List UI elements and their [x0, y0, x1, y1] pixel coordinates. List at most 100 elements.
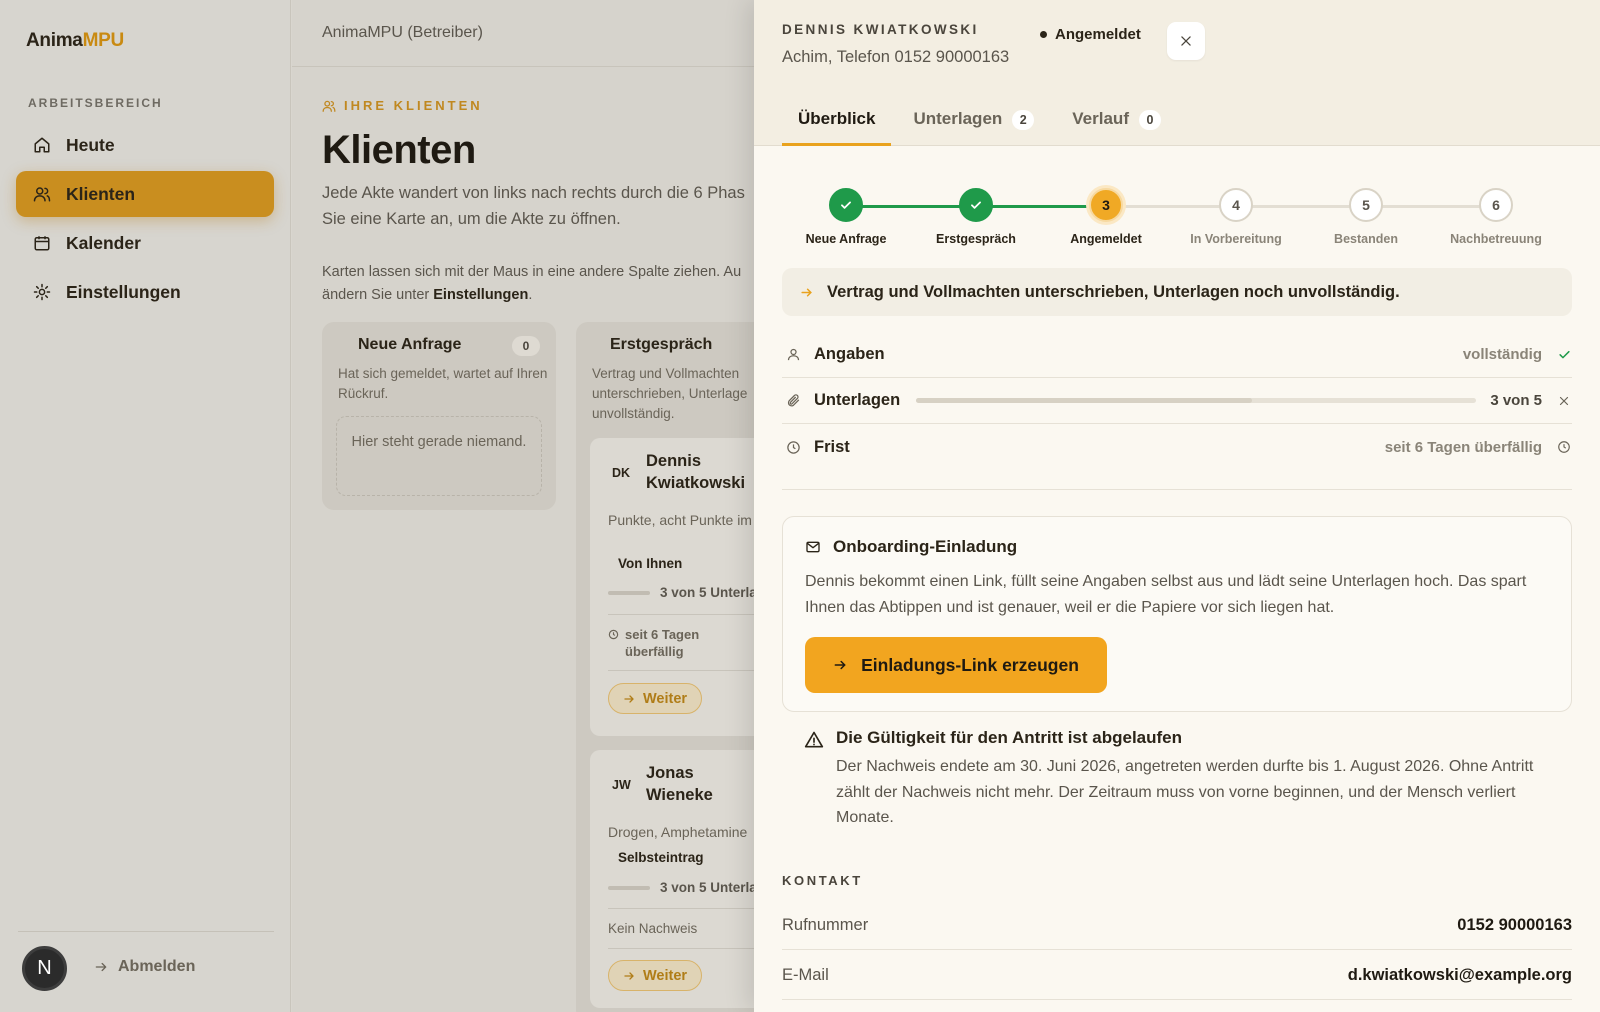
check-icon	[959, 188, 993, 222]
users-icon	[32, 184, 52, 204]
warning-icon	[804, 730, 824, 750]
client-name: Dennis Kwiatkowski	[646, 452, 746, 492]
angaben-status: vollständig	[1462, 346, 1542, 363]
drawer-client-subtitle: Achim, Telefon 0152 90000163	[782, 48, 1010, 66]
step-angemeldet[interactable]: 3 Angemeldet	[1041, 188, 1171, 246]
arrow-right-icon	[833, 658, 847, 672]
progress-fill	[916, 398, 1253, 403]
page-intro: Jede Akte wandert von links nach rechts …	[322, 184, 745, 228]
unterlagen-count: 3 von 5	[1490, 392, 1542, 409]
kanban-column-neue-anfrage: Neue Anfrage 0 Hat sich gemeldet, wartet…	[322, 322, 556, 510]
client-card[interactable]: DK Dennis Kwiatkowski Punkte, acht Punkt…	[590, 438, 754, 736]
step-bestanden[interactable]: 5 Bestanden	[1301, 188, 1431, 246]
contact-row-email: E-Mail d.kwiatkowski@example.org	[782, 951, 1572, 1000]
progress-bar	[608, 885, 650, 890]
column-description: Vertrag und Vollmachten unterschrieben, …	[592, 366, 748, 421]
row-angaben[interactable]: Angaben vollständig	[782, 332, 1572, 378]
client-progress: 3 von 5 Unterla	[608, 880, 754, 895]
column-count-badge: 0	[512, 336, 540, 356]
settings-link[interactable]: Einstellungen	[433, 287, 528, 303]
card-divider	[608, 948, 754, 949]
tab-count-badge: 0	[1138, 110, 1161, 130]
sidebar-item-label: Heute	[66, 134, 115, 155]
create-invite-link-button[interactable]: Einladungs-Link erzeugen	[805, 637, 1107, 693]
sidebar-item-klienten[interactable]: Klienten	[16, 171, 274, 217]
row-unterlagen[interactable]: Unterlagen 3 von 5	[782, 378, 1572, 424]
step-number: 4	[1219, 188, 1253, 222]
sidebar-section-label: ARBEITSBEREICH	[28, 96, 163, 110]
step-neue-anfrage[interactable]: Neue Anfrage	[781, 188, 911, 246]
sidebar-item-label: Klienten	[66, 183, 136, 204]
kanban-column-erstgespraech: Erstgespräch Vertrag und Vollmachten unt…	[576, 322, 754, 1012]
arrow-right-icon	[623, 693, 635, 705]
card-divider	[608, 908, 754, 909]
sidebar-divider	[18, 931, 274, 932]
drawer-tabs: Überblick Unterlagen 2 Verlauf 0	[782, 96, 1183, 146]
step-number: 5	[1349, 188, 1383, 222]
gear-icon	[32, 282, 52, 302]
main-content: AnimaMPU (Betreiber) IHRE KLIENTEN Klien…	[292, 0, 754, 1012]
topbar-title: AnimaMPU (Betreiber)	[322, 24, 483, 41]
tab-verlauf[interactable]: Verlauf 0	[1056, 96, 1177, 146]
weiter-button[interactable]: Weiter	[608, 960, 702, 991]
unterlagen-progress-bar	[916, 398, 1477, 403]
card-divider	[608, 614, 754, 615]
step-label: In Vorbereitung	[1190, 232, 1282, 246]
tab-ueberblick[interactable]: Überblick	[782, 96, 892, 146]
tab-unterlagen[interactable]: Unterlagen 2	[897, 96, 1050, 146]
contact-phone[interactable]: 0152 90000163	[1457, 916, 1572, 935]
step-in-vorbereitung[interactable]: 4 In Vorbereitung	[1171, 188, 1301, 246]
calendar-icon	[32, 233, 52, 253]
step-label: Neue Anfrage	[805, 232, 887, 246]
sidebar-item-einstellungen[interactable]: Einstellungen	[16, 269, 274, 315]
page-note: Karten lassen sich mit der Maus in eine …	[322, 264, 742, 303]
drawer-header: DENNIS KWIATKOWSKI Achim, Telefon 0152 9…	[754, 0, 1600, 146]
arrow-right-icon	[94, 960, 108, 974]
status-badge: Angemeldet	[1040, 26, 1141, 43]
column-title: Neue Anfrage	[358, 336, 462, 353]
app-logo[interactable]: AnimaMPU	[26, 30, 124, 52]
kontakt-section-label: KONTAKT	[782, 873, 863, 888]
check-icon	[829, 188, 863, 222]
step-number: 6	[1479, 188, 1513, 222]
warning-title: Die Gültigkeit für den Antritt ist abgel…	[836, 728, 1183, 747]
sidebar-item-label: Einstellungen	[66, 281, 181, 302]
avatar[interactable]: N	[22, 946, 67, 991]
client-card[interactable]: JW Jonas Wieneke Drogen, Amphetamine Sel…	[590, 750, 754, 1008]
client-tag: Von Ihnen	[618, 556, 683, 571]
client-detail-drawer: DENNIS KWIATKOWSKI Achim, Telefon 0152 9…	[754, 0, 1600, 1012]
invite-title: Onboarding-Einladung	[805, 537, 1017, 557]
step-label: Erstgespräch	[936, 232, 1016, 246]
row-frist[interactable]: Frist seit 6 Tagen überfällig	[782, 424, 1572, 470]
step-nachbetreuung[interactable]: 6 Nachbetreuung	[1431, 188, 1561, 246]
phase-stepper: Neue Anfrage Erstgespräch 3 Angemeldet 4…	[782, 188, 1566, 248]
clock-icon	[782, 440, 804, 455]
sidebar: AnimaMPU ARBEITSBEREICH Heute Klienten K…	[0, 0, 291, 1012]
sidebar-item-label: Kalender	[66, 232, 141, 253]
weiter-button[interactable]: Weiter	[608, 683, 702, 714]
frist-status: seit 6 Tagen überfällig	[1384, 438, 1542, 456]
sidebar-item-kalender[interactable]: Kalender	[16, 220, 274, 266]
contact-email[interactable]: d.kwiatkowski@example.org	[1348, 966, 1572, 985]
warning-text: Der Nachweis endete am 30. Juni 2026, an…	[836, 758, 1534, 826]
clock-icon	[1556, 440, 1572, 454]
users-icon	[322, 99, 336, 113]
home-icon	[32, 135, 52, 155]
check-icon	[1556, 347, 1572, 362]
logout-button[interactable]: Abmelden	[94, 958, 195, 976]
page-eyebrow: IHRE KLIENTEN	[322, 98, 483, 113]
sidebar-item-heute[interactable]: Heute	[16, 122, 274, 168]
status-dot	[1040, 31, 1047, 38]
drawer-client-name: DENNIS KWIATKOWSKI	[782, 22, 979, 37]
close-icon	[1179, 34, 1193, 48]
close-button[interactable]	[1167, 22, 1205, 60]
client-deadline: seit 6 Tagen überfällig	[608, 626, 699, 660]
step-erstgespraech[interactable]: Erstgespräch	[911, 188, 1041, 246]
column-empty-dropzone[interactable]: Hier steht gerade niemand.	[336, 416, 542, 496]
card-divider	[608, 670, 754, 671]
section-divider	[782, 489, 1572, 490]
step-number: 3	[1089, 188, 1123, 222]
step-label: Nachbetreuung	[1450, 232, 1542, 246]
paperclip-icon	[782, 393, 804, 408]
step-label: Bestanden	[1334, 232, 1398, 246]
